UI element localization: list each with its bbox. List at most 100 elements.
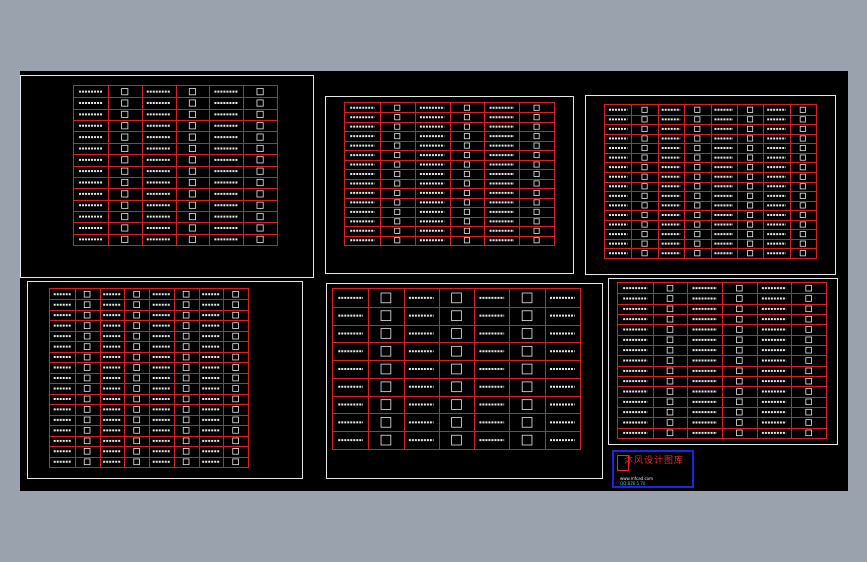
symbol-glyph	[736, 398, 743, 406]
symbol-glyph	[666, 429, 674, 437]
symbol-glyph	[736, 305, 743, 313]
symbol-glyph	[182, 395, 190, 403]
symbol-glyph	[133, 301, 140, 308]
symbol-glyph	[805, 357, 812, 364]
symbol-glyph	[747, 250, 754, 257]
symbol-glyph	[83, 395, 91, 403]
symbol-glyph	[256, 88, 264, 96]
symbol-glyph	[121, 224, 129, 232]
symbol-glyph	[521, 310, 533, 321]
symbol-glyph	[694, 202, 701, 209]
symbol-glyph	[736, 336, 743, 344]
symbol-glyph	[533, 161, 540, 168]
symbol-glyph	[188, 144, 196, 152]
symbol-glyph	[133, 374, 140, 382]
symbol-glyph	[182, 353, 190, 361]
symbol-glyph	[463, 114, 470, 121]
symbol-glyph	[133, 332, 140, 340]
drawing-canvas[interactable]	[20, 71, 848, 491]
symbol-glyph	[799, 125, 806, 132]
symbol-table-4	[49, 288, 249, 468]
symbol-glyph	[641, 240, 648, 247]
symbol-glyph	[232, 332, 239, 340]
symbol-glyph	[521, 328, 533, 339]
symbol-glyph	[805, 408, 812, 416]
symbol-glyph	[380, 292, 392, 304]
symbol-glyph	[182, 301, 190, 308]
symbol-glyph	[521, 417, 533, 428]
symbol-glyph	[799, 135, 806, 142]
symbol-glyph	[133, 427, 140, 434]
symbol-glyph	[641, 135, 648, 142]
symbol-glyph	[666, 305, 674, 313]
symbol-glyph	[232, 406, 239, 413]
symbol-glyph	[380, 345, 392, 357]
symbol-glyph	[533, 208, 540, 215]
symbol-glyph	[666, 367, 674, 375]
symbol-glyph	[694, 173, 701, 180]
symbol-glyph	[805, 429, 812, 437]
symbol-glyph	[182, 406, 190, 413]
symbol-glyph	[805, 305, 812, 313]
symbol-glyph	[232, 458, 239, 466]
symbol-glyph	[805, 419, 812, 426]
symbol-glyph	[805, 377, 812, 385]
symbol-glyph	[805, 388, 812, 395]
symbol-glyph	[83, 332, 91, 340]
symbol-glyph	[694, 154, 701, 161]
symbol-glyph	[182, 364, 190, 371]
symbol-glyph	[380, 399, 392, 410]
symbol-glyph	[83, 374, 91, 382]
symbol-glyph	[736, 284, 743, 292]
symbol-glyph	[747, 240, 754, 247]
symbol-glyph	[256, 110, 264, 118]
symbol-glyph	[694, 250, 701, 257]
symbol-glyph	[666, 284, 674, 292]
symbol-glyph	[188, 201, 196, 209]
symbol-glyph	[463, 123, 470, 130]
symbol-glyph	[182, 437, 190, 445]
symbol-glyph	[463, 227, 470, 234]
symbol-glyph	[747, 202, 754, 209]
symbol-glyph	[451, 292, 462, 304]
symbol-glyph	[805, 284, 812, 292]
symbol-glyph	[83, 311, 91, 319]
symbol-glyph	[521, 292, 533, 304]
symbol-glyph	[121, 144, 129, 152]
stamp-footer: QQ:876 5 70	[620, 481, 646, 486]
symbol-glyph	[121, 110, 129, 118]
symbol-glyph	[799, 116, 806, 123]
symbol-glyph	[463, 104, 470, 111]
symbol-glyph	[394, 142, 401, 149]
table-lines	[333, 289, 580, 449]
symbol-glyph	[805, 326, 812, 333]
table-lines	[345, 103, 554, 245]
symbol-glyph	[799, 211, 806, 218]
symbol-glyph	[533, 199, 540, 206]
symbol-glyph	[694, 231, 701, 238]
symbol-glyph	[182, 290, 190, 298]
symbol-glyph	[694, 116, 701, 123]
symbol-glyph	[641, 164, 648, 171]
symbol-glyph	[232, 437, 239, 445]
symbol-glyph	[188, 224, 196, 232]
symbol-glyph	[83, 458, 91, 466]
symbol-glyph	[394, 123, 401, 130]
symbol-glyph	[232, 374, 239, 382]
symbol-glyph	[380, 417, 392, 428]
symbol-glyph	[666, 398, 674, 406]
symbol-glyph	[83, 437, 91, 445]
symbol-glyph	[83, 385, 91, 392]
symbol-glyph	[747, 125, 754, 132]
symbol-glyph	[694, 192, 701, 199]
symbol-glyph	[533, 170, 540, 178]
symbol-glyph	[641, 173, 648, 180]
symbol-glyph	[232, 416, 239, 424]
symbol-glyph	[463, 218, 470, 225]
symbol-glyph	[133, 395, 140, 403]
symbol-glyph	[533, 152, 540, 159]
symbol-glyph	[463, 180, 470, 187]
symbol-glyph	[394, 180, 401, 187]
symbol-glyph	[805, 367, 812, 375]
symbol-glyph	[188, 99, 196, 107]
